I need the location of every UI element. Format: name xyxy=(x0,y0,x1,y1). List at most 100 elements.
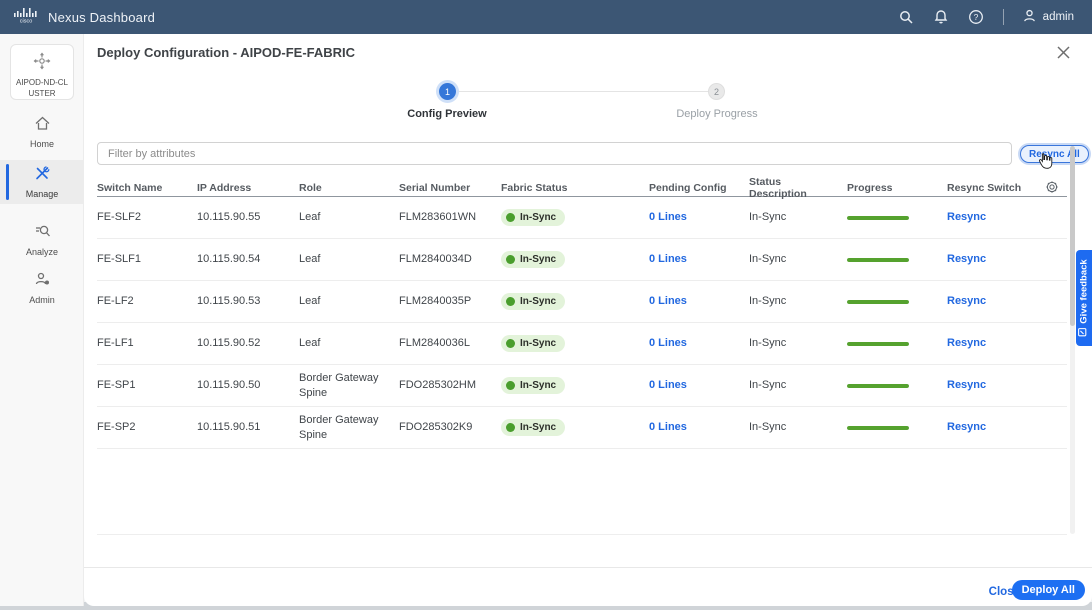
cell-role: Leaf xyxy=(299,323,399,364)
fabric-status-badge: In-Sync xyxy=(501,251,565,268)
cell-switch-name: FE-SLF1 xyxy=(97,239,197,280)
cell-serial-number: FLM2840035P xyxy=(399,281,501,322)
step-2-indicator: 2 xyxy=(708,83,725,100)
help-icon[interactable]: ? xyxy=(968,9,985,26)
cluster-selector[interactable]: AIPOD-ND-CLUSTER xyxy=(10,44,74,100)
sidebar-item-home[interactable]: Home xyxy=(0,110,84,154)
fabric-status-badge: In-Sync xyxy=(501,209,565,226)
cell-role: Border Gateway Spine xyxy=(299,365,399,406)
table-body: FE-SLF2 10.115.90.55 Leaf FLM283601WN In… xyxy=(97,197,1067,449)
app-title: Nexus Dashboard xyxy=(48,10,155,25)
brand: cisco Nexus Dashboard xyxy=(0,7,155,28)
table-row: FE-LF2 10.115.90.53 Leaf FLM2840035P In-… xyxy=(97,281,1067,323)
stepper-connector xyxy=(456,91,709,92)
cell-serial-number: FLM2840036L xyxy=(399,323,501,364)
column-settings-gear-icon[interactable] xyxy=(1045,180,1059,197)
table-row: FE-SP2 10.115.90.51 Border Gateway Spine… xyxy=(97,407,1067,449)
filter-input[interactable] xyxy=(97,142,1012,165)
cell-ip-address: 10.115.90.50 xyxy=(197,365,299,406)
cell-switch-name: FE-SP1 xyxy=(97,365,197,406)
resync-link[interactable]: Resync xyxy=(947,252,986,266)
in-sync-dot-icon xyxy=(506,213,515,222)
progress-bar xyxy=(847,426,909,430)
feedback-icon xyxy=(1078,328,1090,337)
pending-config-link[interactable]: 0 Lines xyxy=(649,210,687,224)
cell-ip-address: 10.115.90.55 xyxy=(197,197,299,238)
cluster-icon xyxy=(32,51,52,76)
table-bottom-divider xyxy=(97,534,1067,535)
cell-status-description: In-Sync xyxy=(749,239,847,280)
user-menu[interactable]: admin xyxy=(1022,8,1074,26)
fabric-status-badge: In-Sync xyxy=(501,419,565,436)
in-sync-dot-icon xyxy=(506,297,515,306)
resync-link[interactable]: Resync xyxy=(947,210,986,224)
tools-icon xyxy=(34,165,51,186)
cell-serial-number: FLM2840034D xyxy=(399,239,501,280)
resync-all-button[interactable]: Resync All xyxy=(1020,145,1089,163)
close-icon[interactable] xyxy=(1054,43,1072,61)
pending-config-link[interactable]: 0 Lines xyxy=(649,294,687,308)
cell-role: Leaf xyxy=(299,239,399,280)
cell-status-description: In-Sync xyxy=(749,407,847,448)
in-sync-dot-icon xyxy=(506,339,515,348)
notifications-bell-icon[interactable] xyxy=(933,9,950,26)
cell-serial-number: FDO285302K9 xyxy=(399,407,501,448)
sidebar-item-analyze[interactable]: Analyze xyxy=(0,218,84,262)
analyze-search-icon xyxy=(34,223,51,244)
step-2-label: Deploy Progress xyxy=(647,108,787,120)
sidebar-item-admin[interactable]: Admin xyxy=(0,266,84,310)
sidebar-item-label: Manage xyxy=(26,189,59,199)
search-icon[interactable] xyxy=(898,9,915,26)
table-row: FE-SP1 10.115.90.50 Border Gateway Spine… xyxy=(97,365,1067,407)
dialog-title: Deploy Configuration - AIPOD-FE-FABRIC xyxy=(97,45,355,60)
resync-link[interactable]: Resync xyxy=(947,378,986,392)
cell-ip-address: 10.115.90.53 xyxy=(197,281,299,322)
cell-role: Leaf xyxy=(299,197,399,238)
user-icon xyxy=(1022,8,1037,26)
vertical-scrollbar[interactable] xyxy=(1070,146,1075,534)
table-row: FE-SLF1 10.115.90.54 Leaf FLM2840034D In… xyxy=(97,239,1067,281)
sidebar-item-label: Home xyxy=(30,139,54,149)
resync-link[interactable]: Resync xyxy=(947,336,986,350)
top-header: cisco Nexus Dashboard ? xyxy=(0,0,1092,34)
progress-bar xyxy=(847,384,909,388)
cisco-logo-icon: cisco xyxy=(13,7,39,28)
pending-config-link[interactable]: 0 Lines xyxy=(649,378,687,392)
sidebar-item-manage[interactable]: Manage xyxy=(0,160,84,204)
deploy-configuration-dialog: Deploy Configuration - AIPOD-FE-FABRIC 1… xyxy=(84,34,1092,606)
in-sync-dot-icon xyxy=(506,381,515,390)
footer-divider xyxy=(84,567,1092,568)
give-feedback-tab[interactable]: Give feedback xyxy=(1076,250,1092,346)
header-divider xyxy=(1003,9,1004,25)
resync-link[interactable]: Resync xyxy=(947,294,986,308)
deploy-all-button[interactable]: Deploy All xyxy=(1012,580,1085,600)
home-icon xyxy=(34,116,51,136)
progress-bar xyxy=(847,258,909,262)
cell-role: Border Gateway Spine xyxy=(299,407,399,448)
cell-status-description: In-Sync xyxy=(749,197,847,238)
cell-ip-address: 10.115.90.54 xyxy=(197,239,299,280)
pending-config-link[interactable]: 0 Lines xyxy=(649,252,687,266)
feedback-label: Give feedback xyxy=(1079,259,1090,323)
step-1-indicator: 1 xyxy=(439,83,456,100)
table-row: FE-LF1 10.115.90.52 Leaf FLM2840036L In-… xyxy=(97,323,1067,365)
resync-link[interactable]: Resync xyxy=(947,420,986,434)
cell-status-description: In-Sync xyxy=(749,323,847,364)
username: admin xyxy=(1043,11,1074,23)
progress-bar xyxy=(847,300,909,304)
svg-text:cisco: cisco xyxy=(20,18,33,23)
fabric-status-badge: In-Sync xyxy=(501,293,565,310)
pending-config-link[interactable]: 0 Lines xyxy=(649,336,687,350)
sidebar-item-label: Admin xyxy=(29,295,55,305)
table-header: Switch Name IP Address Role Serial Numbe… xyxy=(97,176,1067,197)
sidebar: AIPOD-ND-CLUSTER Home Manage Analyze xyxy=(0,34,84,606)
fabric-status-badge: In-Sync xyxy=(501,377,565,394)
cell-switch-name: FE-SP2 xyxy=(97,407,197,448)
fabric-status-badge: In-Sync xyxy=(501,335,565,352)
cluster-name: AIPOD-ND-CLUSTER xyxy=(11,76,73,100)
pending-config-link[interactable]: 0 Lines xyxy=(649,420,687,434)
cell-status-description: In-Sync xyxy=(749,365,847,406)
sidebar-item-label: Analyze xyxy=(26,247,58,257)
cell-status-description: In-Sync xyxy=(749,281,847,322)
scrollbar-thumb[interactable] xyxy=(1070,146,1075,326)
